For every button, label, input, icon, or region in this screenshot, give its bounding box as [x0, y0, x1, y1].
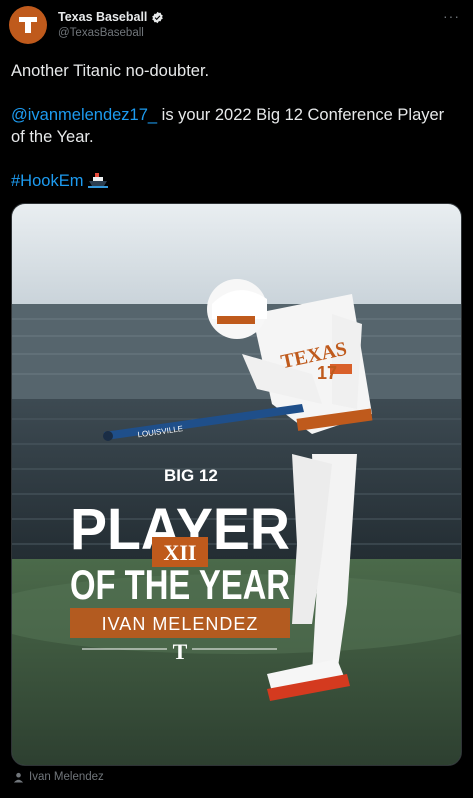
graphic-logo-text: XII — [163, 540, 196, 565]
tweet-line-2: @ivanmelendez17_ is your 2022 Big 12 Con… — [11, 104, 461, 148]
tweet-header: Texas Baseball @TexasBaseball ··· — [9, 6, 464, 46]
verified-badge-icon — [152, 11, 164, 23]
tweet-text: Another Titanic no-doubter. @ivanmelende… — [11, 60, 461, 192]
account-name[interactable]: Texas Baseball — [58, 10, 147, 24]
tagged-user[interactable]: Ivan Melendez — [13, 771, 104, 783]
ship-emoji-icon — [88, 172, 109, 190]
more-options-icon[interactable]: ··· — [443, 8, 460, 24]
mention-link[interactable]: @ivanmelendez17_ — [11, 106, 157, 124]
jersey-number: 17 — [317, 363, 337, 383]
graphic-footer-logo: T — [173, 639, 188, 664]
graphic-name: IVAN MELENDEZ — [102, 614, 259, 634]
graphic-top-text: BIG 12 — [164, 466, 218, 485]
tweet-line-3: #HookEm — [11, 170, 461, 192]
avatar[interactable] — [9, 6, 47, 44]
name-row: Texas Baseball — [58, 10, 164, 24]
graphic-title-2: OF THE YEAR — [70, 561, 290, 608]
tweet-line-1: Another Titanic no-doubter. — [11, 62, 210, 80]
big12-logo-icon: XII — [152, 537, 208, 567]
longhorn-t-logo-icon — [19, 17, 37, 33]
tweet-media-image[interactable]: TEXAS 17 LOUISVILLE BIG 12 PLAYER OF THE… — [11, 203, 462, 766]
account-handle[interactable]: @TexasBaseball — [58, 27, 144, 39]
tagged-user-label: Ivan Melendez — [29, 771, 104, 783]
hashtag-link[interactable]: #HookEm — [11, 172, 83, 190]
person-icon — [13, 772, 24, 783]
